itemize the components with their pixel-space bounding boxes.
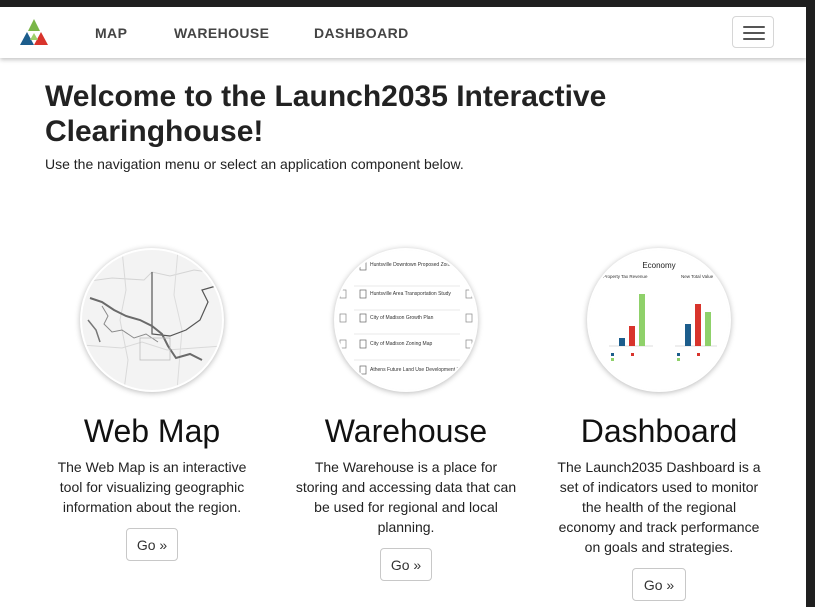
- page-subtitle: Use the navigation menu or select an app…: [45, 156, 464, 172]
- nav-link-warehouse[interactable]: WAREHOUSE: [174, 25, 269, 41]
- dashboard-description: The Launch2035 Dashboard is a set of ind…: [557, 459, 761, 555]
- warehouse-thumb-item: City of Madison Zoning Map: [370, 341, 432, 347]
- dashboard-go-button[interactable]: Go »: [632, 568, 686, 601]
- warehouse-thumb-item: Athens Future Land Use Development Plan: [370, 367, 467, 373]
- hamburger-bar-icon: [743, 32, 765, 34]
- warehouse-go-button[interactable]: Go »: [380, 548, 432, 581]
- page-title: Welcome to the Launch2035 Interactive Cl…: [45, 80, 607, 148]
- component-web-map: Web Map The Web Map is an interactive to…: [32, 248, 272, 561]
- dashboard-thumb-chart-title: Property Tax Revenue: [603, 274, 648, 279]
- web-map-thumbnail[interactable]: [80, 248, 224, 392]
- dashboard-thumbnail[interactable]: Economy Property Tax Revenue New Total V…: [587, 248, 731, 392]
- map-preview-icon: [82, 250, 222, 390]
- warehouse-thumb-item: Huntsville Area Transportation Study: [370, 291, 451, 297]
- browser-page: MAP WAREHOUSE DASHBOARD Welcome to the L…: [0, 7, 806, 607]
- menu-toggle-button[interactable]: [732, 16, 774, 48]
- warehouse-list-preview-icon: Huntsville Downtown Proposed Zoning Map …: [336, 250, 476, 390]
- nav-link-map[interactable]: MAP: [95, 25, 127, 41]
- warehouse-thumbnail[interactable]: Huntsville Downtown Proposed Zoning Map …: [334, 248, 478, 392]
- warehouse-title: Warehouse: [324, 413, 488, 449]
- warehouse-description: The Warehouse is a place for storing and…: [295, 459, 517, 535]
- warehouse-thumb-item: Huntsville Downtown Proposed Zoning Map: [370, 262, 467, 268]
- dashboard-thumb-heading: Economy: [642, 261, 675, 270]
- dashboard-chart-preview-icon: Economy Property Tax Revenue New Total V…: [589, 250, 729, 390]
- nav-link-dashboard[interactable]: DASHBOARD: [314, 25, 409, 41]
- component-warehouse: Huntsville Downtown Proposed Zoning Map …: [286, 248, 526, 581]
- dashboard-title: Dashboard: [580, 413, 738, 449]
- launch2035-logo-icon[interactable]: [18, 18, 50, 46]
- component-dashboard: Economy Property Tax Revenue New Total V…: [539, 248, 779, 601]
- top-navbar: MAP WAREHOUSE DASHBOARD: [0, 7, 806, 58]
- web-map-go-button[interactable]: Go »: [126, 528, 178, 561]
- hamburger-bar-icon: [743, 38, 765, 40]
- warehouse-thumb-item: City of Madison Growth Plan: [370, 315, 434, 321]
- web-map-description: The Web Map is an interactive tool for v…: [57, 459, 247, 515]
- web-map-title: Web Map: [83, 413, 221, 449]
- hamburger-bar-icon: [743, 26, 765, 28]
- dashboard-thumb-chart-title: New Total Value: [681, 274, 714, 279]
